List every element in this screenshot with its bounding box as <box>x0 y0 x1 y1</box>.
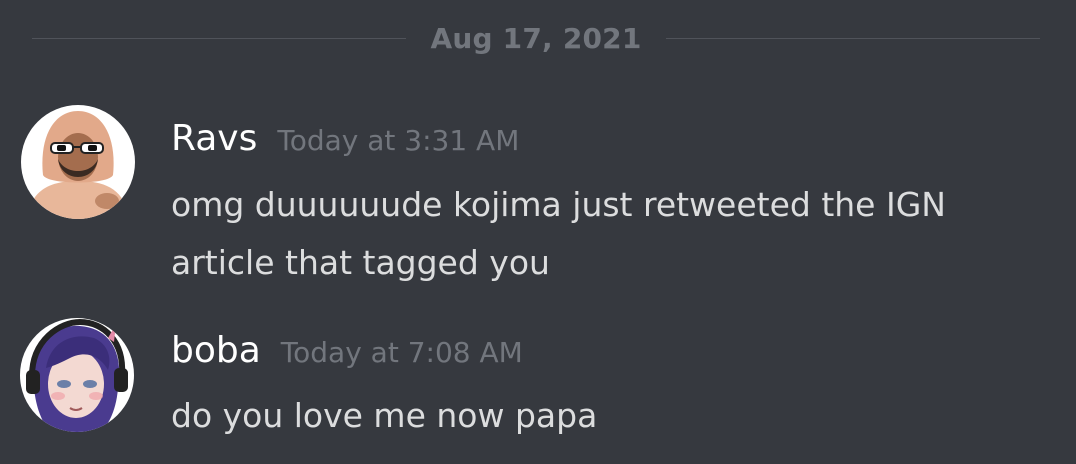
date-divider: Aug 17, 2021 <box>32 16 1041 60</box>
username[interactable]: Ravs <box>171 118 257 159</box>
timestamp[interactable]: Today at 3:31 AM <box>277 124 519 157</box>
avatar-image-ravs <box>21 105 135 219</box>
message-header: boba Today at 7:08 AM <box>171 330 523 371</box>
divider-line-right <box>665 37 1041 39</box>
timestamp[interactable]: Today at 7:08 AM <box>281 336 523 369</box>
divider-date: Aug 17, 2021 <box>430 21 642 55</box>
message-line: omg duuuuuude kojima just retweeted the … <box>171 185 946 224</box>
divider-line-left <box>32 37 407 39</box>
message-header: Ravs Today at 3:31 AM <box>171 118 519 159</box>
message-content: omg duuuuuude kojima just retweeted the … <box>171 176 1031 292</box>
username[interactable]: boba <box>171 330 261 371</box>
avatar[interactable] <box>21 105 135 219</box>
message-line: article that tagged you <box>171 243 550 282</box>
message-content: do you love me now papa <box>171 387 1031 445</box>
avatar[interactable] <box>20 318 134 432</box>
avatar-image-boba <box>20 318 134 432</box>
message-line: do you love me now papa <box>171 396 598 435</box>
